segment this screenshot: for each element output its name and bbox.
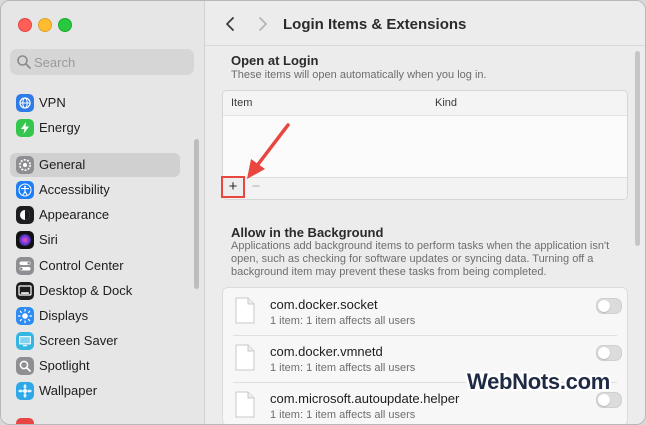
sidebar-item-label: Spotlight: [39, 358, 90, 373]
search-placeholder: Search: [34, 55, 76, 70]
sidebar-item-siri[interactable]: Siri: [10, 228, 180, 252]
sidebar: Search VPN Energy General Accessibility …: [1, 1, 205, 424]
sidebar-item-label: General: [39, 157, 86, 172]
sidebar-item-label: Screen Saver: [39, 333, 118, 348]
add-button-label: +: [228, 178, 238, 195]
background-item-name: com.docker.vmnetd: [270, 344, 383, 359]
sidebar-item-label: VPN: [39, 95, 66, 110]
sidebar-item-accessibility[interactable]: Accessibility: [10, 178, 180, 202]
sidebar-item-desktop-dock[interactable]: Desktop & Dock: [10, 279, 180, 303]
background-item-detail: 1 item: 1 item affects all users: [270, 409, 416, 421]
background-item-toggle[interactable]: [596, 345, 622, 361]
watermark: WebNots.com: [467, 369, 610, 394]
login-items-table[interactable]: Item Kind: [222, 90, 628, 200]
sidebar-item-label: Control Center: [39, 258, 124, 273]
sidebar-item-label: Wallpaper: [39, 383, 98, 398]
appearance-icon: [16, 206, 34, 224]
sidebar-item-label: Siri: [39, 232, 58, 247]
document-icon: [235, 391, 255, 418]
background-item-toggle[interactable]: [596, 298, 622, 314]
background-item-detail: 1 item: 1 item affects all users: [270, 362, 416, 374]
sidebar-item-label: Appearance: [39, 207, 110, 222]
globe-icon: [16, 94, 34, 112]
partial-icon: [16, 418, 34, 424]
toggle-knob: [598, 394, 610, 406]
control-center-icon: [16, 257, 34, 275]
chevron-left-icon[interactable]: [223, 13, 239, 35]
sidebar-item-label: Energy: [39, 120, 81, 135]
magnifier-icon: [17, 55, 31, 69]
list-item[interactable]: com.docker.socket 1 item: 1 item affects…: [223, 288, 627, 335]
header-divider: [205, 45, 645, 46]
remove-button-label: −: [251, 178, 261, 195]
background-item-name: com.microsoft.autoupdate.helper: [270, 391, 460, 406]
wallpaper-icon: [16, 382, 34, 400]
toggle-knob: [598, 300, 610, 312]
gear-icon: [16, 156, 34, 174]
add-login-item-button[interactable]: +: [221, 176, 245, 198]
description-line: open, such as checking for software upda…: [231, 253, 594, 265]
row-separator: [233, 335, 617, 336]
column-header-item[interactable]: Item: [231, 97, 252, 109]
description-line: background item may prevent these tasks …: [231, 266, 547, 278]
allow-background-description: Applications add background items to per…: [231, 240, 609, 279]
sidebar-item-appearance[interactable]: Appearance: [10, 203, 180, 227]
page-title: Login Items & Extensions: [283, 16, 467, 33]
background-items-list: com.docker.socket 1 item: 1 item affects…: [222, 287, 628, 424]
sidebar-item-control-center[interactable]: Control Center: [10, 254, 180, 278]
description-line: Applications add background items to per…: [231, 240, 610, 252]
sidebar-item-wallpaper[interactable]: Wallpaper: [10, 379, 180, 403]
accessibility-icon: [16, 181, 34, 199]
toggle-knob: [598, 347, 610, 359]
document-icon: [235, 344, 255, 371]
system-settings-window: Search VPN Energy General Accessibility …: [0, 0, 646, 425]
allow-background-heading: Allow in the Background: [231, 225, 384, 240]
sidebar-item-label: Displays: [39, 308, 89, 323]
battery-icon: [16, 119, 34, 137]
sidebar-item-general[interactable]: General: [10, 153, 180, 177]
document-icon: [235, 297, 255, 324]
sidebar-item-screen-saver[interactable]: Screen Saver: [10, 329, 180, 353]
open-at-login-heading: Open at Login: [231, 53, 319, 68]
minimize-button[interactable]: [38, 18, 52, 32]
column-header-kind[interactable]: Kind: [435, 97, 457, 109]
close-button[interactable]: [18, 18, 32, 32]
screen-saver-icon: [16, 332, 34, 350]
dock-icon: [16, 282, 34, 300]
sidebar-item-label: Accessibility: [39, 182, 110, 197]
sidebar-scrollbar[interactable]: [194, 139, 199, 289]
sidebar-item-spotlight[interactable]: Spotlight: [10, 354, 180, 378]
sidebar-item-vpn[interactable]: VPN: [10, 91, 180, 115]
sun-icon: [16, 307, 34, 325]
chevron-right-icon[interactable]: [255, 13, 271, 35]
spotlight-icon: [16, 357, 34, 375]
sidebar-item-next[interactable]: [10, 415, 180, 424]
sidebar-item-displays[interactable]: Displays: [10, 304, 180, 328]
table-header: Item Kind: [223, 91, 627, 116]
main-pane: Login Items & Extensions Open at Login T…: [205, 1, 645, 424]
siri-icon: [16, 231, 34, 249]
sidebar-item-label: Desktop & Dock: [39, 283, 133, 298]
sidebar-item-energy[interactable]: Energy: [10, 116, 180, 140]
table-toolbar: [223, 177, 627, 199]
main-scrollbar[interactable]: [635, 51, 640, 246]
search-field[interactable]: Search: [10, 49, 194, 75]
background-item-name: com.docker.socket: [270, 297, 378, 312]
remove-login-item-button[interactable]: −: [248, 178, 264, 196]
zoom-button[interactable]: [58, 18, 72, 32]
open-at-login-subtitle: These items will open automatically when…: [231, 69, 487, 81]
background-item-detail: 1 item: 1 item affects all users: [270, 315, 416, 327]
